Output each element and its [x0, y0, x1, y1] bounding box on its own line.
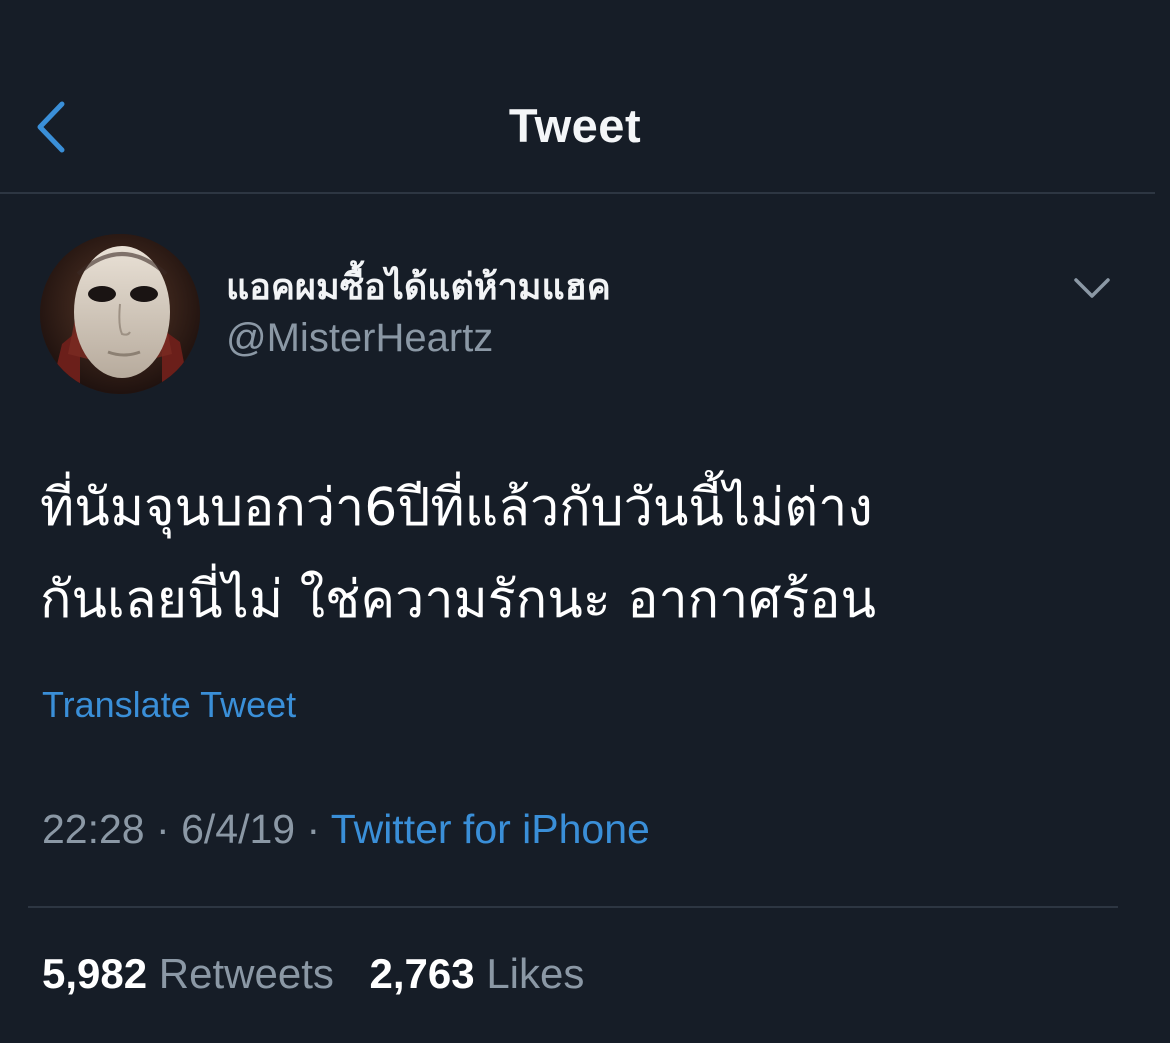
tweet-time: 22:28 [42, 806, 145, 852]
meta-separator: · [306, 806, 321, 852]
meta-separator: · [156, 806, 170, 852]
translate-tweet-link[interactable]: Translate Tweet [42, 684, 296, 726]
author-handle[interactable]: @MisterHeartz [226, 316, 493, 361]
tweet-meta: 22:28 · 6/4/19 · Twitter for iPhone [42, 806, 650, 853]
tweet-text-line: ที่นัมจุนบอกว่า6ปีที่แล้วกับวันนี้ไม่ต่า… [40, 478, 873, 538]
page-title: Tweet [508, 99, 642, 152]
navigation-bar: Tweet [0, 0, 1170, 192]
retweets-stat[interactable]: 5,982 Retweets [42, 950, 334, 998]
stats-divider [28, 906, 1118, 908]
likes-count: 2,763 [369, 950, 475, 997]
tweet-text-line: กันเลยนี่ไม่ ใช่ความรักนะ อากาศร้อน [40, 570, 877, 630]
tweet-menu-button[interactable] [1068, 268, 1116, 308]
retweets-count: 5,982 [42, 950, 148, 997]
author-display-name[interactable]: แอคผมซื้อได้แต่ห้ามแฮค [226, 258, 611, 315]
retweets-label: Retweets [158, 950, 334, 997]
likes-label: Likes [486, 950, 585, 997]
avatar[interactable] [40, 234, 200, 394]
tweet-source-link[interactable]: Twitter for iPhone [331, 806, 650, 852]
tweet-stats: 5,982 Retweets 2,763 Likes [42, 950, 608, 998]
likes-stat[interactable]: 2,763 Likes [370, 950, 585, 998]
header-divider [0, 192, 1155, 194]
mask-avatar-image [40, 234, 200, 394]
chevron-down-icon [1074, 278, 1110, 298]
tweet-detail-screen: Tweet แอคผมซื้อได้แต่ห้ามแฮค @MisterHear… [0, 0, 1170, 1043]
tweet-date: 6/4/19 [181, 806, 296, 852]
tweet-text: ที่นัมจุนบอกว่า6ปีที่แล้วกับวันนี้ไม่ต่า… [40, 462, 1120, 646]
